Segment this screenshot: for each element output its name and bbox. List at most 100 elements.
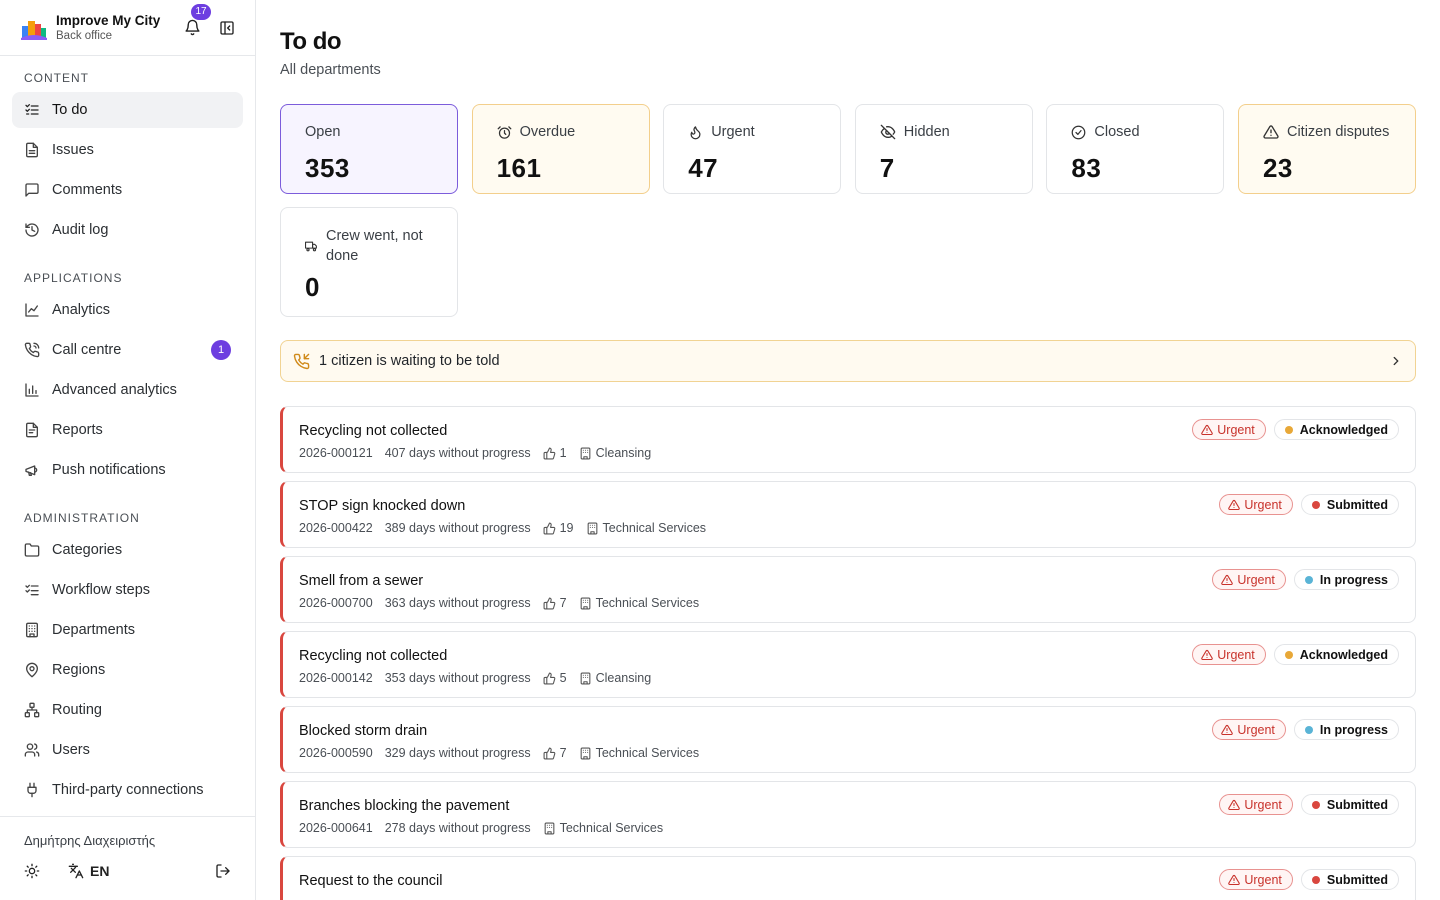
priority-label: Urgent	[1244, 797, 1282, 812]
issue-department: Cleansing	[579, 671, 651, 685]
warning-triangle-icon	[1201, 649, 1214, 660]
card-label: Urgent	[711, 124, 755, 140]
sidebar-item-label: Categories	[52, 542, 123, 558]
sidebar-item-label: Routing	[52, 702, 102, 718]
folder-icon	[24, 543, 40, 557]
document-icon	[26, 142, 38, 158]
card-crew-went-not-done[interactable]: Crew went, not done 0	[280, 207, 458, 317]
sidebar-item-advanced-analytics[interactable]: Advanced analytics	[12, 372, 243, 408]
theme-toggle-button[interactable]	[24, 863, 40, 879]
issue-age: 407 days without progress	[384, 446, 531, 460]
status-label: Acknowledged	[1299, 647, 1388, 662]
card-urgent[interactable]: Urgent 47	[663, 104, 842, 194]
card-overdue[interactable]: Overdue 161	[471, 104, 650, 194]
sidebar-item-call-centre[interactable]: Call centre 1	[12, 332, 243, 368]
priority-badge: Urgent	[1219, 794, 1293, 815]
issue-age: 329 days without progress	[384, 746, 531, 760]
status-badge: Acknowledged	[1273, 419, 1399, 440]
status-dot	[1311, 800, 1320, 809]
thumbs-up-icon	[543, 672, 555, 684]
vote-count: 1	[559, 446, 567, 460]
department-name: Cleansing	[595, 446, 652, 460]
comment-icon	[25, 183, 39, 197]
sidebar-item-label: Workflow steps	[52, 582, 151, 598]
sun-icon	[24, 863, 40, 879]
warning-triangle-icon	[1201, 424, 1214, 435]
sidebar-item-third-party-connections[interactable]: Third-party connections	[12, 772, 243, 808]
sidebar-item-regions[interactable]: Regions	[12, 652, 243, 688]
language-switcher[interactable]: EN	[68, 863, 109, 879]
issue-badges: Urgent In progress	[1212, 719, 1399, 740]
issue-row[interactable]: Request to the council Urgent Submitted	[280, 856, 1416, 900]
card-value: 47	[688, 153, 719, 183]
issue-id: 2026-000422	[299, 521, 373, 535]
sidebar-item-audit-log[interactable]: Audit log	[12, 212, 243, 248]
status-badge: Submitted	[1300, 869, 1399, 890]
current-user-name: Δημήτρης Διαχειριστής	[24, 833, 156, 848]
sidebar-item-users[interactable]: Users	[12, 732, 243, 768]
warning-triangle-icon	[1263, 125, 1279, 139]
issue-row[interactable]: Recycling not collected 2026-000142 353 da…	[280, 631, 1416, 698]
building-icon	[580, 447, 590, 459]
department-name: Technical Services	[595, 746, 700, 760]
issue-id: 2026-000700	[299, 596, 373, 610]
department-name: Technical Services	[595, 596, 700, 610]
sidebar-item-workflow-steps[interactable]: Workflow steps	[12, 572, 243, 608]
sidebar-item-categories[interactable]: Categories	[12, 532, 243, 568]
issue-age: 389 days without progress	[384, 521, 531, 535]
sidebar-item-label: Audit log	[52, 222, 109, 238]
sidebar-item-analytics[interactable]: Analytics	[12, 292, 243, 328]
priority-badge: Urgent	[1219, 494, 1293, 515]
card-label: Closed	[1094, 124, 1140, 140]
thumbs-up-icon	[543, 447, 555, 459]
issue-row[interactable]: Recycling not collected 2026-000121 407 da…	[280, 406, 1416, 473]
vote-count: 19	[559, 521, 574, 535]
language-label: EN	[90, 863, 110, 879]
app-title: Improve My City	[56, 12, 161, 28]
building-icon	[26, 622, 38, 638]
sidebar-item-routing[interactable]: Routing	[12, 692, 243, 728]
priority-badge: Urgent	[1192, 644, 1266, 665]
sidebar-item-issues[interactable]: Issues	[12, 132, 243, 168]
collapse-sidebar-button[interactable]	[217, 18, 237, 38]
issue-age: 278 days without progress	[384, 821, 531, 835]
section-title-applications: APPLICATIONS	[24, 271, 123, 285]
line-chart-icon	[25, 303, 39, 317]
issue-row[interactable]: Branches blocking the pavement 2026-00064…	[280, 781, 1416, 848]
nav-applications: Analytics Call centre 1 Advanced analyti…	[0, 292, 255, 488]
card-open[interactable]: Open 353	[280, 104, 458, 194]
card-closed[interactable]: Closed 83	[1046, 104, 1225, 194]
priority-badge: Urgent	[1192, 419, 1266, 440]
issue-votes: 5	[543, 671, 567, 685]
sidebar-item-to-do[interactable]: To do	[12, 92, 243, 128]
sidebar-item-reports[interactable]: Reports	[12, 412, 243, 448]
card-citizen-disputes[interactable]: Citizen disputes 23	[1237, 104, 1416, 194]
issue-id: 2026-000590	[299, 746, 373, 760]
card-label: Open	[305, 124, 341, 140]
card-label: Hidden	[903, 124, 950, 140]
notifications-button[interactable]: 17	[181, 3, 211, 39]
sidebar-item-push-notifications[interactable]: Push notifications	[12, 452, 243, 488]
status-dot	[1304, 725, 1313, 734]
issue-row[interactable]: STOP sign knocked down 2026-000422 389 day…	[280, 481, 1416, 548]
bell-icon	[184, 19, 200, 36]
issue-id: 2026-000142	[299, 671, 373, 685]
map-pin-icon	[26, 662, 38, 678]
status-dot	[1311, 875, 1320, 884]
warning-triangle-icon	[1228, 499, 1241, 510]
citizen-callback-banner[interactable]: 1 citizen is waiting to be told	[280, 340, 1416, 382]
issue-age: 363 days without progress	[384, 596, 531, 610]
nav-content: To do Issues Comments Audit log	[0, 92, 255, 248]
card-hidden[interactable]: Hidden 7	[854, 104, 1033, 194]
truck-icon	[305, 241, 317, 251]
priority-badge: Urgent	[1212, 719, 1286, 740]
card-label: Overdue	[519, 124, 576, 140]
sidebar-item-label: Departments	[52, 622, 136, 638]
sidebar-item-departments[interactable]: Departments	[12, 612, 243, 648]
page-subtitle: All departments	[280, 62, 381, 78]
priority-label: Urgent	[1237, 722, 1275, 737]
sidebar-item-comments[interactable]: Comments	[12, 172, 243, 208]
issue-row[interactable]: Smell from a sewer 2026-000700 363 days wi…	[280, 556, 1416, 623]
issue-row[interactable]: Blocked storm drain 2026-000590 329 days w…	[280, 706, 1416, 773]
logout-button[interactable]	[215, 863, 231, 879]
